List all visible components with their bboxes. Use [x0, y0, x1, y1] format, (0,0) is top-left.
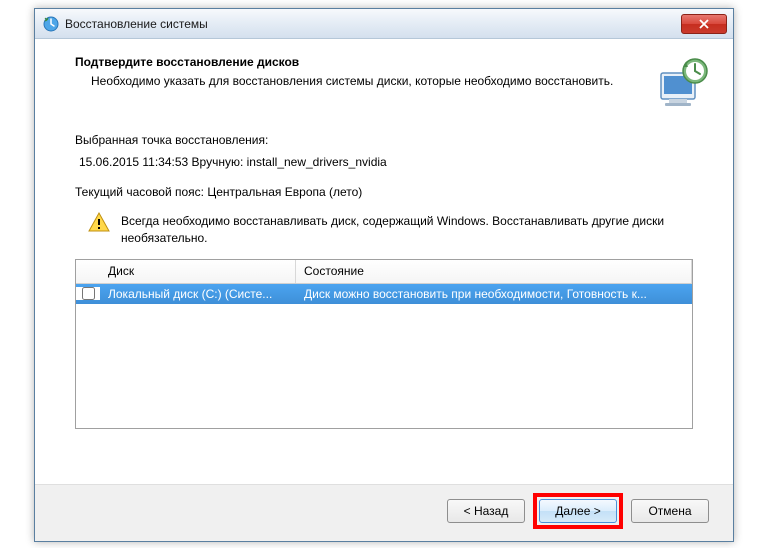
column-checkbox — [76, 260, 100, 283]
system-restore-window: Восстановление системы Подтвердите восст… — [34, 8, 734, 542]
disk-status-cell: Диск можно восстановить при необходимост… — [296, 287, 692, 301]
close-button[interactable] — [681, 14, 727, 34]
column-disk[interactable]: Диск — [100, 260, 296, 283]
cancel-button[interactable]: Отмена — [631, 499, 709, 523]
page-description: Необходимо указать для восстановления си… — [75, 73, 637, 90]
warning-text: Всегда необходимо восстанавливать диск, … — [121, 211, 693, 247]
row-checkbox-cell — [76, 287, 100, 300]
table-row[interactable]: Локальный диск (C:) (Систе... Диск можно… — [76, 284, 692, 304]
button-bar: < Назад Далее > Отмена — [35, 484, 733, 541]
table-header: Диск Состояние — [76, 260, 692, 284]
restore-point-value: 15.06.2015 11:34:53 Вручную: install_new… — [75, 155, 693, 169]
restore-point-label: Выбранная точка восстановления: — [75, 133, 693, 147]
disk-name-cell: Локальный диск (C:) (Систе... — [100, 287, 296, 301]
next-button-highlight: Далее > — [533, 493, 623, 529]
timezone-label: Текущий часовой пояс: Центральная Европа… — [75, 185, 693, 199]
next-button[interactable]: Далее > — [539, 499, 617, 523]
disk-checkbox[interactable] — [82, 287, 95, 300]
page-title: Подтвердите восстановление дисков — [75, 55, 637, 69]
header-section: Подтвердите восстановление дисков Необхо… — [35, 39, 733, 125]
warning-box: Всегда необходимо восстанавливать диск, … — [35, 211, 733, 247]
warning-icon — [87, 211, 111, 235]
disk-table: Диск Состояние Локальный диск (C:) (Сист… — [75, 259, 693, 429]
titlebar[interactable]: Восстановление системы — [35, 9, 733, 39]
window-title: Восстановление системы — [65, 17, 681, 31]
back-button[interactable]: < Назад — [447, 499, 525, 523]
info-section: Выбранная точка восстановления: 15.06.20… — [35, 125, 733, 211]
column-status[interactable]: Состояние — [296, 260, 692, 283]
content-area: Подтвердите восстановление дисков Необхо… — [35, 39, 733, 541]
app-icon — [43, 16, 59, 32]
restore-icon — [653, 55, 709, 111]
